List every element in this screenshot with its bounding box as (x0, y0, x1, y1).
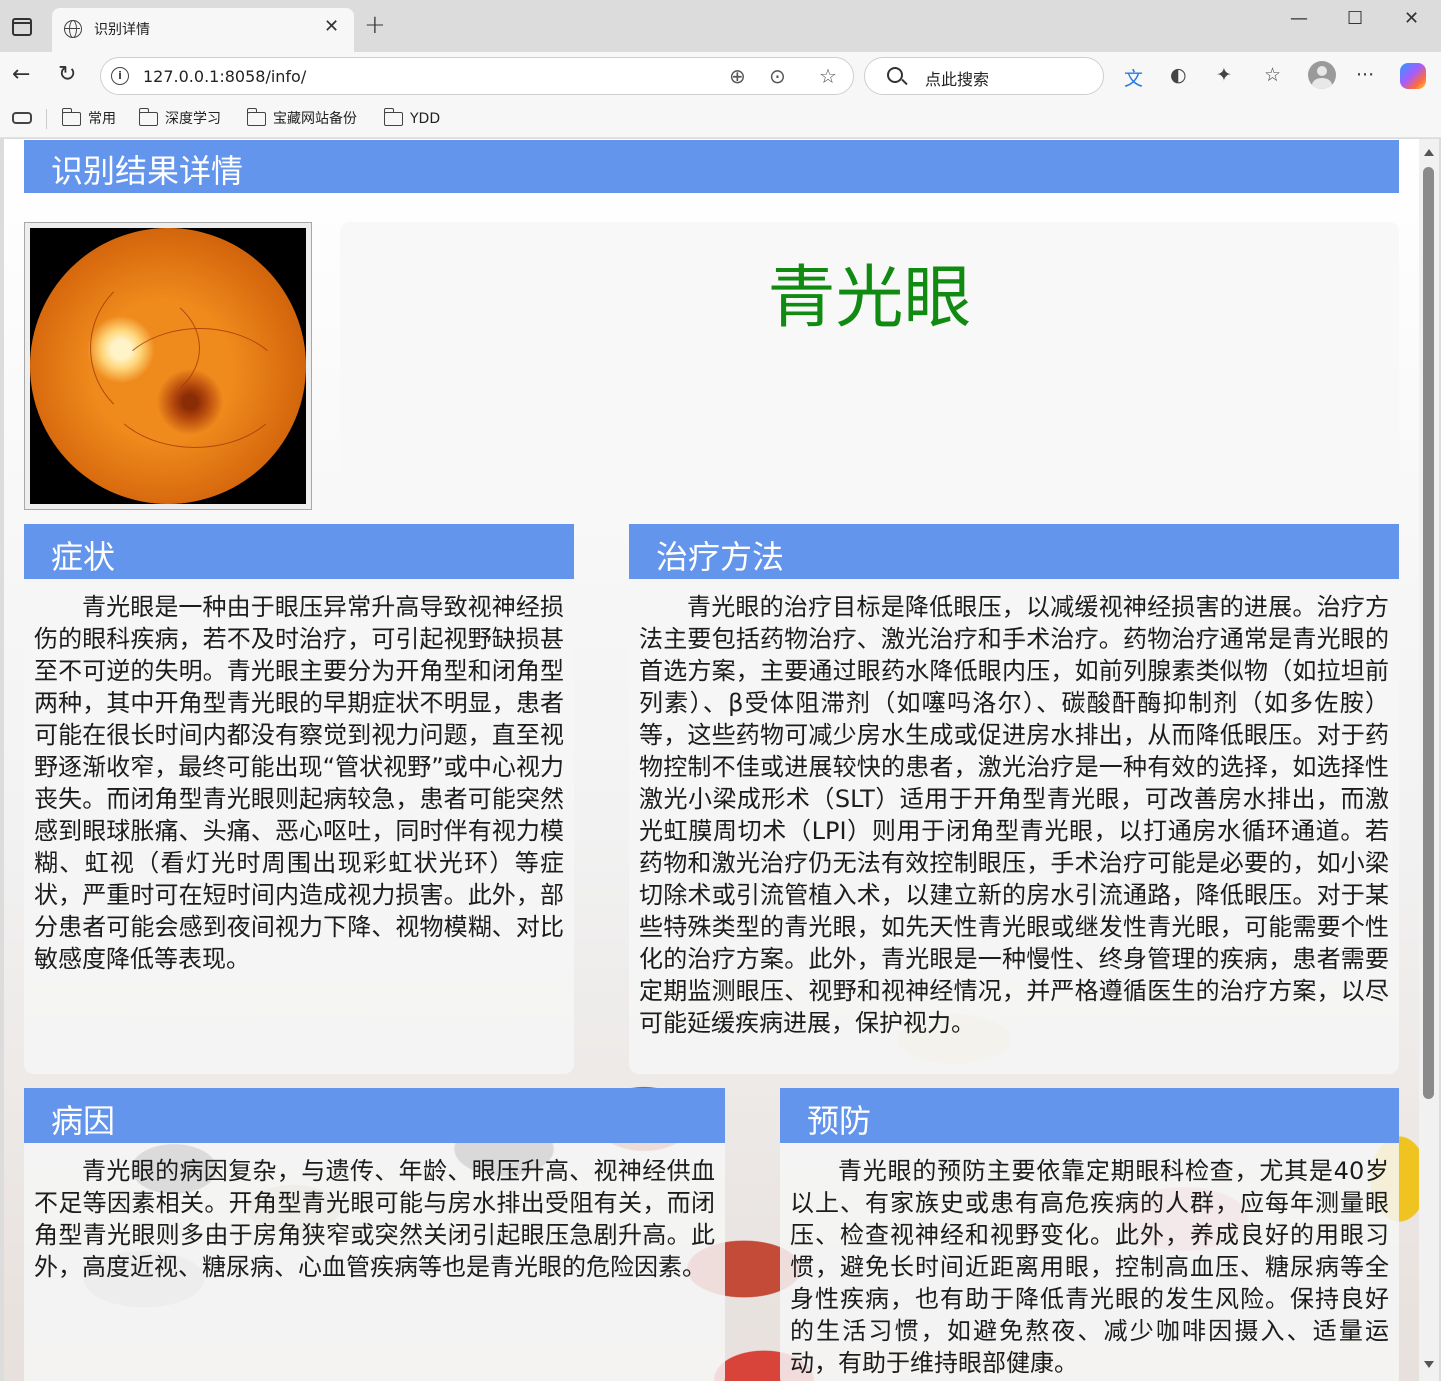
folder-icon (138, 108, 158, 126)
vessel-line (50, 288, 200, 408)
bookmark-folder[interactable]: 深度学习 (138, 108, 221, 129)
symptoms-text: 青光眼是一种由于眼压异常升高导致视神经损伤的眼科疾病，若不及时治疗，可引起视野缺… (34, 593, 564, 973)
close-tab-icon[interactable]: ✕ (324, 16, 339, 37)
scrollbar-thumb[interactable] (1423, 167, 1434, 1099)
more-menu-icon[interactable]: ··· (1356, 64, 1374, 86)
page-header: 识别结果详情 (24, 140, 1399, 193)
treatment-text: 青光眼的治疗目标是降低眼压，以减缓视神经损害的进展。治疗方法主要包括药物治疗、激… (639, 593, 1389, 1037)
maximize-button[interactable]: ☐ (1347, 8, 1363, 29)
folder-icon (246, 108, 266, 126)
diagnosis-result: 青光眼 (767, 259, 972, 338)
folder-icon (383, 108, 403, 126)
cause-text: 青光眼的病因复杂，与遗传、年龄、眼压升高、视神经供血不足等因素相关。开角型青光眼… (34, 1157, 715, 1281)
prevention-text: 青光眼的预防主要依靠定期眼科检查，尤其是40岁以上、有家族史或患有高危疾病的人群… (790, 1157, 1389, 1377)
bookmark-label: 宝藏网站备份 (273, 111, 357, 127)
cause-card: 病因 青光眼的病因复杂，与遗传、年龄、眼压升高、视神经供血不足等因素相关。开角型… (24, 1088, 725, 1381)
bookmark-label: YDD (410, 111, 441, 127)
address-bar[interactable]: i 127.0.0.1:8058/info/ ⊕ ⊙ ☆ (100, 57, 854, 95)
zoom-icon[interactable]: ⊕ (729, 64, 746, 88)
page-content: 识别结果详情 青光眼 症状 青光眼是一种由于眼压异常升高导致视神经损伤的眼科疾病… (4, 139, 1419, 1381)
bookmark-folder[interactable]: YDD (383, 108, 441, 129)
treatment-title: 治疗方法 (656, 538, 785, 576)
prevention-card: 预防 青光眼的预防主要依靠定期眼科检查，尤其是40岁以上、有家族史或患有高危疾病… (780, 1088, 1399, 1381)
symptoms-header: 症状 (24, 524, 574, 579)
back-icon[interactable]: ← (12, 62, 30, 87)
browser-toolbar: ← ↻ i 127.0.0.1:8058/info/ ⊕ ⊙ ☆ 点此搜索 文 … (0, 52, 1441, 100)
tab-title: 识别详情 (94, 22, 150, 38)
new-tab-button[interactable]: + (364, 10, 386, 40)
browser-tab[interactable]: 识别详情 ✕ (52, 8, 354, 52)
site-info-icon[interactable]: i (111, 67, 129, 85)
result-panel: 青光眼 (340, 222, 1399, 510)
tab-bar: 识别详情 ✕ + — ☐ ✕ (0, 0, 1441, 52)
bookmarks-bar: 常用 深度学习 宝藏网站备份 YDD (0, 100, 1441, 138)
cause-title: 病因 (51, 1102, 116, 1140)
search-icon (887, 67, 903, 83)
bookmark-label: 深度学习 (165, 111, 221, 127)
bookmark-folder[interactable]: 常用 (61, 108, 116, 129)
url-text[interactable]: 127.0.0.1:8058/info/ (143, 67, 306, 86)
bookmarks-divider (46, 109, 47, 129)
scroll-down-arrow[interactable] (1424, 1361, 1434, 1368)
symptoms-title: 症状 (51, 538, 116, 576)
read-aloud-icon[interactable]: ⊙ (769, 64, 786, 88)
refresh-icon[interactable]: ↻ (58, 62, 76, 87)
shield-icon[interactable]: ◐ (1170, 64, 1187, 86)
page-scrollbar[interactable] (1419, 139, 1439, 1381)
bookmark-label: 常用 (88, 111, 116, 127)
treatment-card: 治疗方法 青光眼的治疗目标是降低眼压，以减缓视神经损害的进展。治疗方法主要包括药… (629, 524, 1399, 1074)
prevention-title: 预防 (807, 1102, 872, 1140)
copilot-icon[interactable] (1400, 63, 1426, 89)
favorite-star-icon[interactable]: ☆ (819, 64, 837, 88)
search-placeholder[interactable]: 点此搜索 (925, 66, 989, 90)
fundus-image-frame (24, 222, 312, 510)
treatment-header: 治疗方法 (629, 524, 1399, 579)
extensions-icon[interactable]: ✦ (1216, 64, 1232, 86)
cause-header: 病因 (24, 1088, 725, 1143)
profile-avatar[interactable] (1308, 61, 1336, 89)
reading-list-icon[interactable] (12, 112, 32, 124)
globe-icon (64, 20, 82, 38)
translate-icon[interactable]: 文 (1124, 64, 1143, 91)
favorites-icon[interactable]: ☆ (1264, 64, 1281, 86)
fundus-image (30, 228, 306, 504)
page-title: 识别结果详情 (51, 152, 244, 190)
search-box[interactable]: 点此搜索 (864, 57, 1104, 95)
window-close-button[interactable]: ✕ (1404, 8, 1419, 29)
prevention-header: 预防 (780, 1088, 1399, 1143)
tab-actions-icon[interactable] (12, 18, 32, 36)
minimize-button[interactable]: — (1290, 8, 1308, 29)
symptoms-card: 症状 青光眼是一种由于眼压异常升高导致视神经损伤的眼科疾病，若不及时治疗，可引起… (24, 524, 574, 1074)
scroll-up-arrow[interactable] (1424, 149, 1434, 156)
folder-icon (61, 108, 81, 126)
bookmark-folder[interactable]: 宝藏网站备份 (246, 108, 357, 129)
